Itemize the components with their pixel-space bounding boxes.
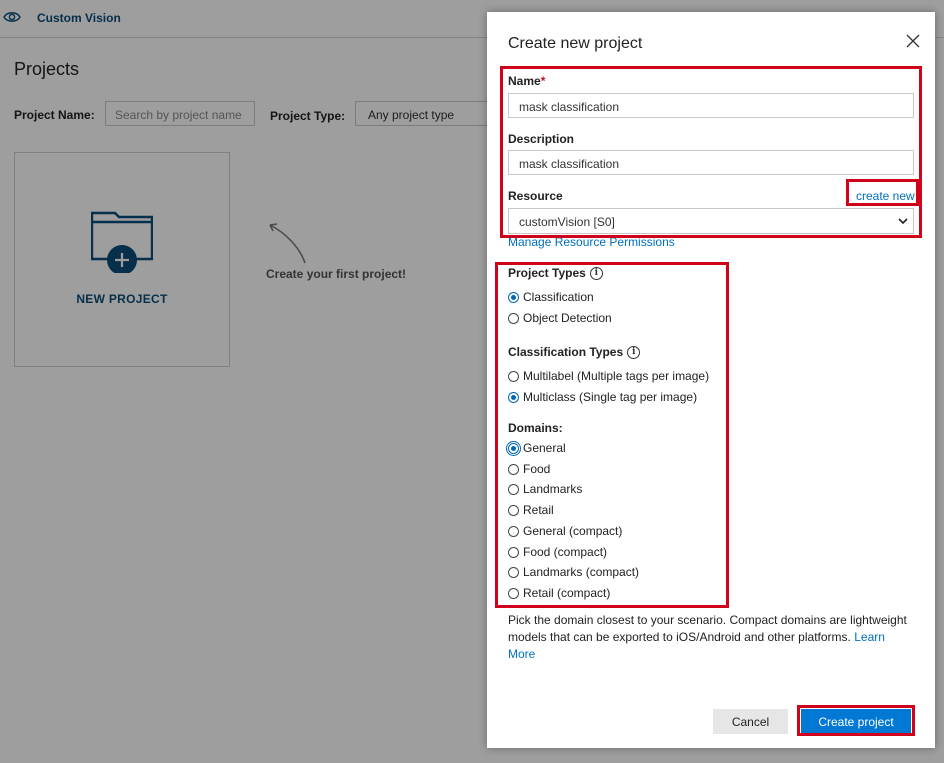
radio-button[interactable] <box>508 370 519 382</box>
resource-select[interactable]: customVision [S0] <box>508 208 914 234</box>
radio-domain-general[interactable]: General <box>506 440 566 456</box>
radio-label: Multilabel (Multiple tags per image) <box>523 369 710 383</box>
radio-label: Object Detection <box>523 311 612 325</box>
cancel-button[interactable]: Cancel <box>713 709 788 734</box>
radio-button[interactable] <box>508 483 519 495</box>
manage-resource-permissions-link[interactable]: Manage Resource Permissions <box>508 235 675 249</box>
radio-button[interactable] <box>508 566 519 578</box>
project-types-heading: Project Types i <box>508 266 603 280</box>
radio-domain-landmarks[interactable]: Landmarks <box>508 482 582 496</box>
radio-button[interactable] <box>508 463 519 475</box>
radio-label: General <box>523 441 566 455</box>
radio-button[interactable] <box>508 525 519 537</box>
name-label-text: Name <box>508 74 541 88</box>
radio-label: Landmarks <box>523 482 583 496</box>
resource-select-value: customVision [S0] <box>519 215 615 229</box>
radio-classification[interactable]: Classification <box>508 290 594 304</box>
radio-label: Classification <box>523 290 594 304</box>
project-types-label: Project Types <box>508 266 586 280</box>
radio-label: Retail <box>523 503 554 517</box>
radio-label: Landmarks (compact) <box>523 565 640 579</box>
close-icon[interactable] <box>905 33 921 49</box>
description-field[interactable]: mask classification <box>508 150 914 175</box>
chevron-down-icon <box>898 218 908 225</box>
radio-label: General (compact) <box>523 524 623 538</box>
description-label: Description <box>508 132 575 146</box>
radio-domain-food[interactable]: Food <box>508 462 550 476</box>
help-text-body: Pick the domain closest to your scenario… <box>508 613 907 644</box>
radio-button[interactable] <box>508 546 519 558</box>
radio-button[interactable] <box>506 440 521 456</box>
create-project-button[interactable]: Create project <box>801 709 911 734</box>
radio-button[interactable] <box>508 504 519 516</box>
domain-help-text: Pick the domain closest to your scenario… <box>508 612 908 663</box>
radio-button[interactable] <box>508 587 519 599</box>
resource-label: Resource <box>508 189 563 203</box>
name-label: Name* <box>508 74 545 88</box>
info-icon[interactable]: i <box>589 266 603 280</box>
radio-button[interactable] <box>508 312 519 324</box>
classification-types-heading: Classification Types i <box>508 345 641 359</box>
radio-multilabel[interactable]: Multilabel (Multiple tags per image) <box>508 369 709 383</box>
radio-domain-food-compact[interactable]: Food (compact) <box>508 545 607 559</box>
radio-multiclass[interactable]: Multiclass (Single tag per image) <box>508 390 697 404</box>
name-field[interactable]: mask classification <box>508 93 914 118</box>
radio-label: Retail (compact) <box>523 586 611 600</box>
radio-domain-landmarks-compact[interactable]: Landmarks (compact) <box>508 565 639 579</box>
create-project-dialog: Create new project Name* mask classifica… <box>487 12 935 748</box>
required-asterisk: * <box>540 74 546 88</box>
radio-object-detection[interactable]: Object Detection <box>508 311 612 325</box>
dialog-title: Create new project <box>508 35 643 52</box>
create-new-resource-link[interactable]: create new <box>856 189 915 203</box>
radio-label: Food (compact) <box>523 545 608 559</box>
radio-label: Multiclass (Single tag per image) <box>523 390 698 404</box>
radio-domain-general-compact[interactable]: General (compact) <box>508 524 622 538</box>
radio-button[interactable] <box>508 291 519 303</box>
radio-domain-retail[interactable]: Retail <box>508 503 554 517</box>
radio-domain-retail-compact[interactable]: Retail (compact) <box>508 586 610 600</box>
info-icon[interactable]: i <box>627 345 641 359</box>
radio-button[interactable] <box>508 391 519 403</box>
domains-heading: Domains: <box>508 421 563 435</box>
classification-types-label: Classification Types <box>508 345 624 359</box>
radio-label: Food <box>523 462 551 476</box>
